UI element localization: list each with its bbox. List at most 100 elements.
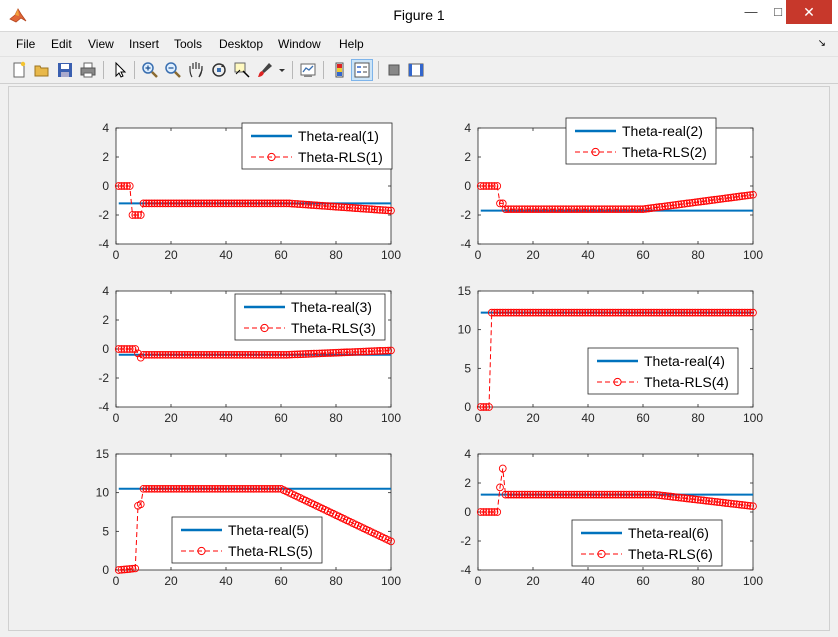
legend-rls-label: Theta-RLS(2) xyxy=(622,144,707,160)
zoom-in-icon[interactable] xyxy=(140,60,160,80)
x-tick-label: 80 xyxy=(691,411,705,425)
close-button[interactable]: ✕ xyxy=(786,0,832,24)
legend-rls-label: Theta-RLS(5) xyxy=(228,543,313,559)
x-tick-label: 60 xyxy=(636,248,650,262)
save-icon[interactable] xyxy=(55,60,75,80)
menu-window[interactable]: Window xyxy=(278,37,321,51)
brush-menu-icon[interactable] xyxy=(276,60,288,80)
y-tick-label: 0 xyxy=(464,505,471,519)
open-file-icon[interactable] xyxy=(32,60,52,80)
legend-rls-label: Theta-RLS(3) xyxy=(291,320,376,336)
legend-real-label: Theta-real(5) xyxy=(228,522,309,538)
y-tick-label: 4 xyxy=(102,121,109,135)
menu-file[interactable]: File xyxy=(16,37,35,51)
subplot-6: 0 20 40 60 80 100 -4 -2 0 2 4 Theta-real(6) Theta-RL… xyxy=(460,447,763,588)
y-tick-label: 5 xyxy=(102,524,109,538)
menu-insert[interactable]: Insert xyxy=(129,37,159,51)
x-tick-label: 100 xyxy=(381,248,401,262)
y-tick-label: 0 xyxy=(464,179,471,193)
menu-edit[interactable]: Edit xyxy=(51,37,72,51)
legend-real-label: Theta-real(3) xyxy=(291,299,372,315)
window-title: Figure 1 xyxy=(393,7,445,23)
toolbar-separator xyxy=(378,61,379,79)
legend: Theta-real(4) Theta-RLS(4) xyxy=(587,347,739,395)
y-tick-label: 10 xyxy=(458,323,472,337)
menu-dock-arrow-icon[interactable]: ↘ xyxy=(818,38,826,49)
y-tick-label: 0 xyxy=(464,400,471,414)
toolbar-separator xyxy=(292,61,293,79)
legend: Theta-real(3) Theta-RLS(3) xyxy=(234,293,386,341)
y-tick-label: 2 xyxy=(464,476,471,490)
y-tick-label: 4 xyxy=(464,121,471,135)
minimize-button[interactable]: — xyxy=(736,0,766,24)
x-tick-label: 60 xyxy=(274,248,288,262)
y-tick-label: -2 xyxy=(98,371,109,385)
y-tick-label: 15 xyxy=(458,284,472,298)
x-tick-label: 40 xyxy=(219,248,233,262)
y-tick-label: -4 xyxy=(460,237,471,251)
legend-icon[interactable] xyxy=(351,59,373,81)
y-tick-label: -4 xyxy=(98,400,109,414)
y-tick-label: 4 xyxy=(102,284,109,298)
y-tick-label: 10 xyxy=(96,486,110,500)
x-tick-label: 20 xyxy=(526,248,540,262)
figure-plots: 0 20 40 60 80 100-4-2024 Theta-real(1)Theta-RL… xyxy=(96,117,764,588)
menu-bar: File Edit View Insert Tools Desktop Wind… xyxy=(0,33,838,55)
y-tick-label: -2 xyxy=(98,208,109,222)
x-tick-label: 0 xyxy=(475,411,482,425)
legend-real-label: Theta-real(4) xyxy=(644,353,725,369)
x-tick-label: 40 xyxy=(581,248,595,262)
x-tick-label: 20 xyxy=(164,574,178,588)
x-tick-label: 60 xyxy=(274,411,288,425)
x-tick-label: 80 xyxy=(329,574,343,588)
x-tick-label: 40 xyxy=(581,411,595,425)
rotate-3d-icon[interactable] xyxy=(209,60,229,80)
x-tick-label: 100 xyxy=(743,411,763,425)
y-tick-label: 5 xyxy=(464,361,471,375)
legend: Theta-real(6) Theta-RLS(6) xyxy=(571,519,723,567)
y-tick-label: -2 xyxy=(460,208,471,222)
menu-view[interactable]: View xyxy=(88,37,114,51)
zoom-out-icon[interactable] xyxy=(163,60,183,80)
figure-canvas: 0 20 40 60 80 100 -4 -2 0 2 4 Theta-real(1) Theta-RL… xyxy=(8,86,830,631)
x-tick-label: 100 xyxy=(381,574,401,588)
toolbar xyxy=(0,56,838,84)
x-tick-label: 60 xyxy=(636,411,650,425)
y-tick-label: 2 xyxy=(102,150,109,164)
x-tick-label: 0 xyxy=(475,248,482,262)
data-cursor-icon[interactable] xyxy=(232,60,252,80)
menu-desktop[interactable]: Desktop xyxy=(219,37,263,51)
x-tick-label: 0 xyxy=(475,574,482,588)
link-plot-icon[interactable] xyxy=(298,60,318,80)
menu-tools[interactable]: Tools xyxy=(174,37,202,51)
brush-icon[interactable] xyxy=(255,60,275,80)
y-tick-label: 0 xyxy=(102,179,109,193)
y-tick-label: 0 xyxy=(102,563,109,577)
x-tick-label: 40 xyxy=(219,411,233,425)
x-tick-label: 0 xyxy=(113,248,120,262)
pointer-icon[interactable] xyxy=(110,60,130,80)
x-tick-label: 80 xyxy=(329,248,343,262)
subplot-4: 0 20 40 60 80 100 0 5 10 15 Theta-real(4) Theta-RLS… xyxy=(458,284,764,425)
colorbar-icon[interactable] xyxy=(330,60,350,80)
x-tick-label: 40 xyxy=(581,574,595,588)
y-tick-label: 15 xyxy=(96,447,110,461)
pan-icon[interactable] xyxy=(186,60,206,80)
x-tick-label: 0 xyxy=(113,574,120,588)
subplot-1: 0 20 40 60 80 100 -4 -2 0 2 4 Theta-real(1) Theta-RL… xyxy=(98,121,401,262)
x-tick-label: 100 xyxy=(743,574,763,588)
title-bar: Figure 1 — □ ✕ xyxy=(0,0,838,32)
menu-help[interactable]: Help xyxy=(339,37,364,51)
show-plot-tools-icon[interactable] xyxy=(406,60,426,80)
subplot-5: 0 20 40 60 80 100 0 5 10 15 Theta-real(5) Theta-RLS… xyxy=(96,447,402,588)
print-icon[interactable] xyxy=(78,60,98,80)
legend: Theta-real(1) Theta-RLS(1) xyxy=(241,122,393,170)
x-tick-label: 0 xyxy=(113,411,120,425)
x-tick-label: 20 xyxy=(164,411,178,425)
toolbar-separator xyxy=(323,61,324,79)
x-tick-label: 80 xyxy=(691,574,705,588)
y-tick-label: -2 xyxy=(460,534,471,548)
y-tick-label: 0 xyxy=(102,342,109,356)
new-figure-icon[interactable] xyxy=(9,60,29,80)
hide-plot-tools-icon[interactable] xyxy=(384,60,404,80)
